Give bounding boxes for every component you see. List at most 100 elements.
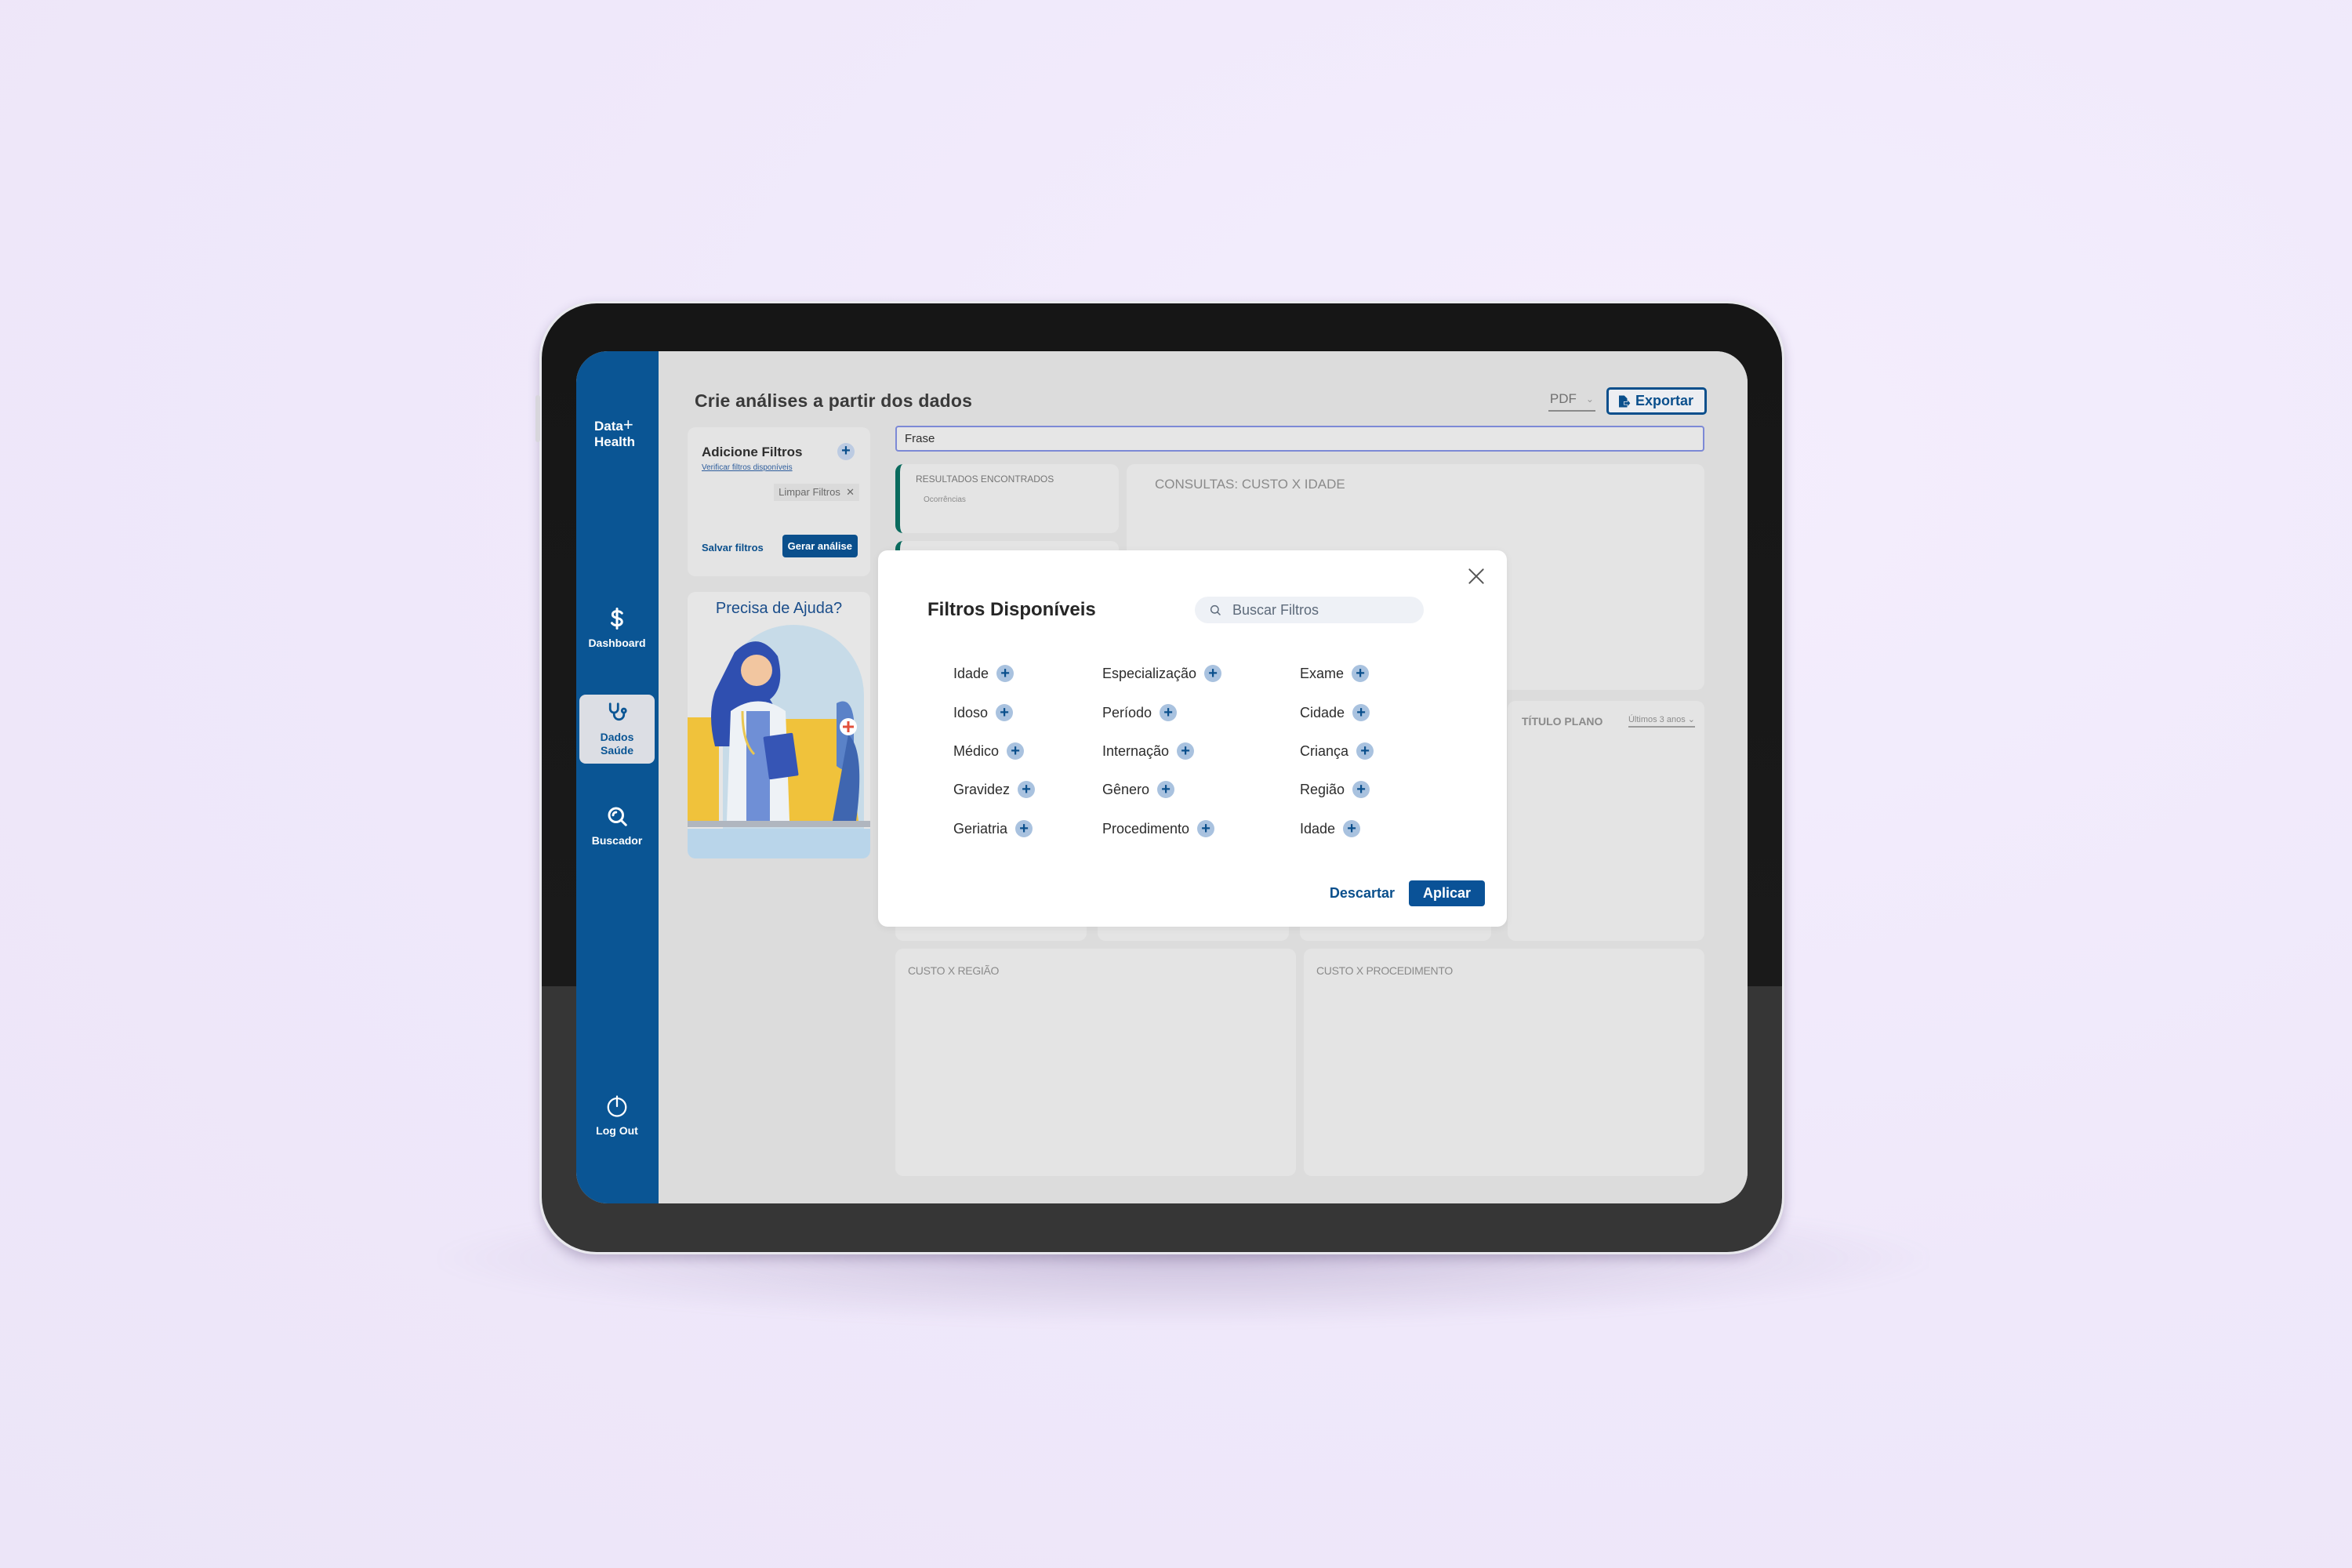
- cost-procedure-card: CUSTO X PROCEDIMENTO: [1304, 949, 1704, 1176]
- help-title: Precisa de Ajuda?: [715, 600, 843, 617]
- filter-option-label: Especialização: [1102, 665, 1197, 681]
- file-export-icon: [1618, 395, 1631, 407]
- filter-option[interactable]: Gravidez +: [953, 781, 1036, 798]
- filter-option-label: Exame: [1300, 665, 1345, 681]
- close-modal-button[interactable]: [1465, 566, 1488, 590]
- doctor-illustration: [688, 625, 870, 858]
- sidebar-item-dashboard[interactable]: Dashboard: [579, 601, 655, 656]
- filter-option[interactable]: Idade +: [953, 665, 1014, 682]
- brand-line1: Data: [594, 419, 623, 434]
- search-icon: [1210, 604, 1221, 615]
- export-controls: PDF ⌄ Exportar: [1548, 387, 1707, 415]
- cost-procedure-title: CUSTO X PROCEDIMENTO: [1316, 964, 1453, 977]
- filter-option[interactable]: Período +: [1102, 704, 1178, 721]
- format-select-value: PDF: [1549, 390, 1577, 406]
- add-filter-plus-icon[interactable]: +: [996, 704, 1014, 721]
- filter-option-label: Criança: [1300, 742, 1349, 759]
- results-title: RESULTADOS ENCONTRADOS: [916, 474, 1054, 485]
- filter-option-label: Idoso: [953, 704, 989, 720]
- sidebar-label: Log Out: [596, 1124, 638, 1137]
- add-filter-plus-icon[interactable]: +: [1160, 704, 1178, 721]
- cost-region-card: CUSTO X REGIÃO: [895, 949, 1296, 1176]
- filter-option-label: Idade: [1300, 820, 1336, 837]
- filter-option-label: Médico: [953, 742, 1000, 759]
- add-filter-plus-icon[interactable]: +: [1352, 704, 1370, 721]
- add-filter-plus-icon[interactable]: +: [1197, 820, 1215, 837]
- period-select[interactable]: Últimos 3 anos ⌄: [1628, 714, 1695, 728]
- generate-analysis-button[interactable]: Gerar análise: [782, 535, 858, 557]
- brand-logo: Data+ Health: [594, 415, 635, 450]
- close-icon: [1468, 568, 1484, 584]
- stethoscope-icon: [608, 702, 627, 721]
- add-filter-plus-icon[interactable]: +: [1018, 781, 1036, 798]
- filters-card: Adicione Filtros + Verificar filtros dis…: [688, 427, 870, 576]
- filter-option[interactable]: Procedimento +: [1102, 820, 1215, 837]
- add-filter-plus-icon[interactable]: +: [1204, 665, 1222, 682]
- filter-option-label: Período: [1102, 704, 1152, 720]
- add-filter-button[interactable]: +: [837, 443, 855, 460]
- add-filter-plus-icon[interactable]: +: [1177, 742, 1195, 760]
- add-filter-plus-icon[interactable]: +: [1015, 820, 1033, 837]
- filter-search-input[interactable]: Buscar Filtros: [1195, 597, 1424, 623]
- plus-icon: +: [622, 415, 633, 434]
- chevron-down-icon: ⌄: [1585, 393, 1594, 405]
- sidebar-label: Buscador: [591, 834, 643, 847]
- add-filter-plus-icon[interactable]: +: [996, 665, 1014, 682]
- plan-title: TÍTULO PLANO: [1522, 715, 1603, 728]
- view-available-filters-link[interactable]: Verificar filtros disponíveis: [702, 463, 793, 472]
- plan-title-card: TÍTULO PLANO Últimos 3 anos ⌄: [1508, 701, 1704, 941]
- filter-option-label: Região: [1300, 781, 1345, 797]
- filter-option-label: Internação: [1102, 742, 1170, 759]
- filter-option[interactable]: Criança +: [1300, 742, 1374, 760]
- filters-title: Adicione Filtros: [702, 445, 803, 459]
- filter-option[interactable]: Cidade +: [1300, 704, 1370, 721]
- clear-filters-label: Limpar Filtros: [779, 486, 840, 498]
- search-icon: [608, 807, 627, 826]
- discard-button[interactable]: Descartar: [1325, 880, 1399, 906]
- filter-option[interactable]: Médico +: [953, 742, 1025, 760]
- sidebar-label: Dashboard: [588, 637, 646, 649]
- period-select-value: Últimos 3 anos: [1628, 715, 1686, 724]
- format-select[interactable]: PDF ⌄: [1548, 391, 1595, 412]
- add-filter-plus-icon[interactable]: +: [1157, 781, 1175, 798]
- dollar-icon: [611, 608, 623, 630]
- add-filter-plus-icon[interactable]: +: [1343, 820, 1361, 837]
- filter-option-label: Gravidez: [953, 781, 1011, 797]
- results-card: RESULTADOS ENCONTRADOS Ocorrências: [895, 464, 1119, 533]
- sidebar-item-dados-saude[interactable]: Dados Saúde: [579, 695, 655, 764]
- apply-button[interactable]: Aplicar: [1408, 880, 1485, 906]
- filter-option[interactable]: Idade +: [1300, 820, 1361, 837]
- filter-option[interactable]: Região +: [1300, 781, 1370, 798]
- add-filter-plus-icon[interactable]: +: [1007, 742, 1025, 760]
- export-button[interactable]: Exportar: [1606, 387, 1707, 415]
- filter-option-label: Gênero: [1102, 781, 1150, 797]
- help-card[interactable]: Precisa de Ajuda?: [688, 592, 870, 858]
- add-filter-plus-icon[interactable]: +: [1352, 781, 1370, 798]
- save-filters-button[interactable]: Salvar filtros: [702, 542, 764, 554]
- consultas-title: CONSULTAS: CUSTO X IDADE: [1155, 477, 1345, 492]
- filter-option[interactable]: Exame +: [1300, 665, 1370, 682]
- filter-option[interactable]: Geriatria +: [953, 820, 1033, 837]
- sidebar-item-logout[interactable]: Log Out: [579, 1088, 655, 1144]
- phrase-search-input[interactable]: Frase: [895, 426, 1704, 452]
- modal-footer: Descartar Aplicar: [1325, 880, 1485, 906]
- filter-option-label: Cidade: [1300, 704, 1345, 720]
- filter-option[interactable]: Internação +: [1102, 742, 1195, 760]
- filter-option[interactable]: Gênero +: [1102, 781, 1175, 798]
- sidebar-label: Dados: [600, 731, 634, 743]
- filter-option[interactable]: Idoso +: [953, 704, 1014, 721]
- filter-search-placeholder: Buscar Filtros: [1232, 601, 1319, 618]
- sidebar: Data+ Health Dashboard Dados Saúde Busca…: [576, 351, 659, 1203]
- available-filters-modal: Filtros Disponíveis Buscar Filtros Idade…: [878, 550, 1507, 927]
- export-label: Exportar: [1635, 393, 1693, 408]
- filter-option[interactable]: Especialização +: [1102, 665, 1222, 682]
- sidebar-label: Saúde: [600, 744, 633, 757]
- chevron-down-icon: ⌄: [1687, 715, 1695, 724]
- add-filter-plus-icon[interactable]: +: [1356, 742, 1374, 760]
- modal-title: Filtros Disponíveis: [927, 599, 1096, 620]
- power-icon: [607, 1095, 627, 1117]
- cost-region-title: CUSTO X REGIÃO: [908, 964, 1000, 977]
- add-filter-plus-icon[interactable]: +: [1352, 665, 1370, 682]
- sidebar-item-buscador[interactable]: Buscador: [579, 798, 655, 854]
- clear-filters-button[interactable]: Limpar Filtros ✕: [774, 484, 859, 501]
